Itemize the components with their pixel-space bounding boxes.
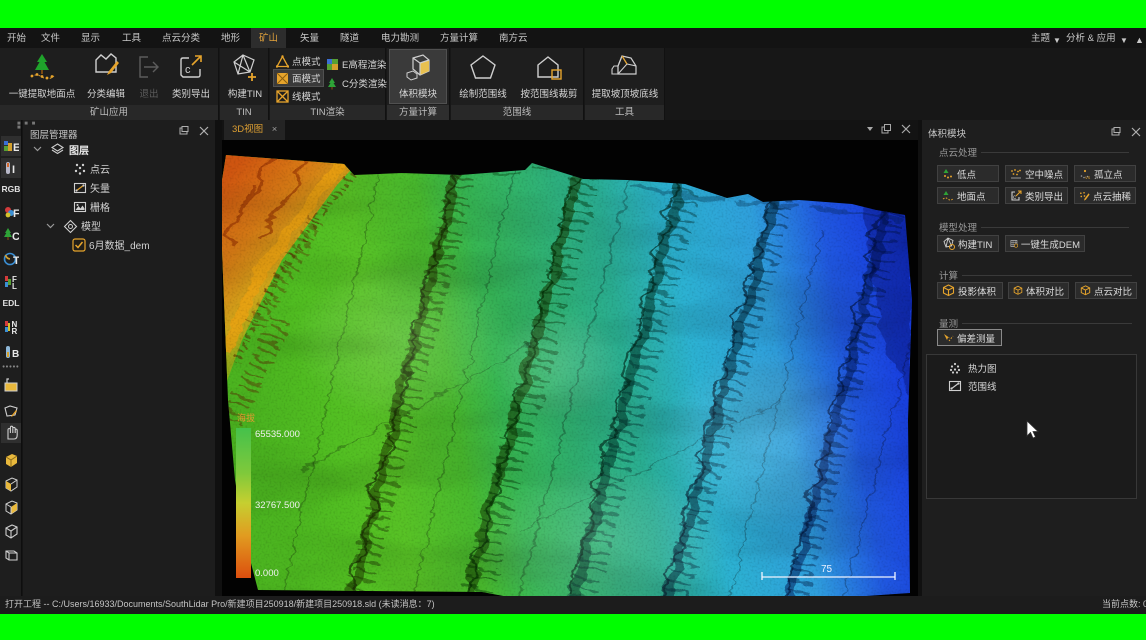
svg-text:C: C xyxy=(12,231,19,243)
svg-text:E: E xyxy=(13,142,19,154)
svg-text:c: c xyxy=(1013,194,1016,200)
svg-text:0.000: 0.000 xyxy=(255,568,279,579)
svg-text:B: B xyxy=(12,349,19,360)
svg-text:F: F xyxy=(13,208,19,220)
svg-text:VS: VS xyxy=(1085,175,1091,180)
svg-text:海拔: 海拔 xyxy=(237,412,255,423)
svg-text:75: 75 xyxy=(821,564,833,575)
svg-text:I: I xyxy=(12,164,15,176)
svg-text:R: R xyxy=(12,327,18,335)
svg-text:L: L xyxy=(12,282,17,290)
svg-text:c: c xyxy=(185,64,191,76)
svg-text:32767.500: 32767.500 xyxy=(255,500,300,511)
svg-text:T: T xyxy=(13,255,19,267)
svg-text:65535.000: 65535.000 xyxy=(255,429,300,440)
